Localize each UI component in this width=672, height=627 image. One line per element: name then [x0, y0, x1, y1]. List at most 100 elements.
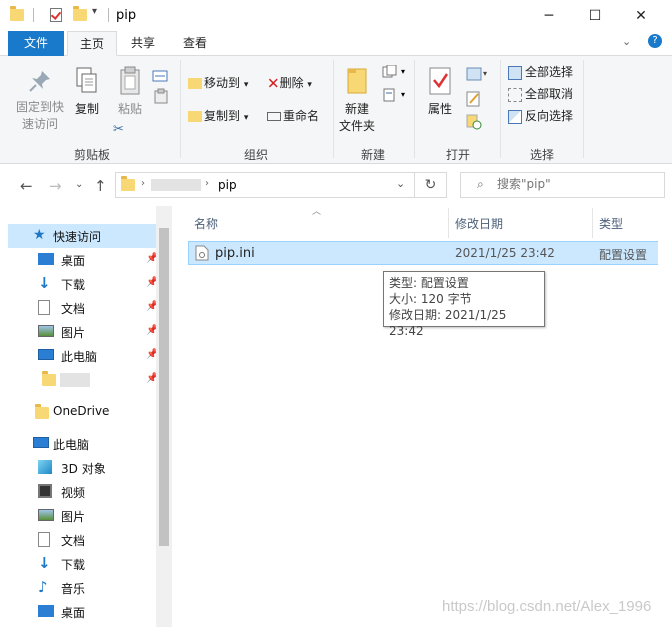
ribbon: 固定到快 速访问 复制 粘贴 ✂ 剪贴板 移动到 ▾ 复制到 ▾ ✕删除 ▾ 重…	[0, 56, 672, 164]
breadcrumb-chevron-icon[interactable]: ›	[141, 178, 145, 189]
tab-home[interactable]: 主页	[67, 31, 117, 56]
file-row[interactable]: pip.ini 2021/1/25 23:42 配置设置	[188, 241, 666, 265]
close-button[interactable]: ✕	[618, 0, 664, 31]
column-header-modified[interactable]: 修改日期	[455, 215, 503, 232]
search-input[interactable]	[497, 177, 657, 191]
open-icon[interactable]: ▾	[466, 66, 490, 85]
properties-quick-icon[interactable]	[50, 8, 62, 22]
select-none-icon	[508, 87, 522, 102]
ribbon-controls: ⌄ ?	[622, 34, 672, 51]
nav-pc-downloads[interactable]: ↓ 下载	[8, 552, 156, 576]
nav-qa-documents[interactable]: 文档 📌	[8, 296, 158, 320]
rename-label: 重命名	[283, 109, 320, 123]
column-header-name[interactable]: 名称	[194, 215, 218, 232]
nav-qa-blurred-folder[interactable]: 📌	[8, 368, 158, 392]
nav-qa-desktop[interactable]: 桌面 📌	[8, 248, 158, 272]
nav-quick-access[interactable]: ★ 快速访问	[8, 224, 156, 248]
column-header-type[interactable]: 类型	[599, 215, 623, 232]
rename-icon	[267, 112, 281, 121]
easy-access-icon[interactable]: ▾	[382, 88, 405, 105]
search-box[interactable]: ⌕	[460, 172, 665, 198]
refresh-button[interactable]: ↻	[415, 172, 447, 198]
nav-qa-pictures[interactable]: 图片 📌	[8, 320, 158, 344]
new-folder-quick-icon[interactable]	[73, 6, 87, 21]
nav-this-pc[interactable]: 此电脑	[8, 432, 156, 456]
nav-pc-desktop[interactable]: 桌面	[8, 600, 156, 624]
collapse-ribbon-icon[interactable]: ⌄	[622, 35, 631, 48]
maximize-button[interactable]: ☐	[572, 0, 618, 31]
cut-icon[interactable]: ✂	[113, 122, 124, 137]
help-icon[interactable]: ?	[648, 34, 662, 48]
rename-button[interactable]: 重命名	[267, 106, 319, 126]
nav-pc-music[interactable]: ♪ 音乐	[8, 576, 156, 600]
nav-this-pc-label: 此电脑	[53, 438, 90, 452]
recent-locations-icon[interactable]: ⌄	[75, 179, 83, 190]
svg-text:▾: ▾	[483, 69, 487, 78]
up-arrow-icon[interactable]: ↑	[94, 177, 107, 195]
customize-quick-access-icon[interactable]: ▾	[92, 6, 97, 17]
forward-arrow-icon[interactable]: →	[49, 177, 62, 195]
pin-icon	[29, 71, 50, 92]
new-group-label: 新建	[360, 148, 385, 162]
copy-button[interactable]: 复制	[70, 66, 104, 118]
nav-qa-downloads[interactable]: ↓ 下载 📌	[8, 272, 158, 296]
tab-view[interactable]: 查看	[172, 31, 218, 56]
file-name: pip.ini	[215, 246, 255, 261]
nav-item-label: 文档	[61, 534, 86, 548]
nav-onedrive[interactable]: OneDrive	[8, 400, 156, 424]
breadcrumb-blurred-segment[interactable]	[151, 179, 201, 191]
breadcrumb-chevron-icon[interactable]: ›	[205, 178, 209, 189]
nav-pc-3d-objects[interactable]: 3D 对象	[8, 456, 156, 480]
invert-selection-button[interactable]: 反向选择	[508, 106, 573, 126]
copy-path-icon[interactable]	[152, 70, 168, 85]
delete-button[interactable]: ✕删除 ▾	[267, 73, 312, 93]
nav-pc-videos[interactable]: 视频	[8, 480, 156, 504]
select-none-button[interactable]: 全部取消	[508, 84, 573, 104]
paste-shortcut-icon[interactable]	[154, 88, 168, 107]
address-bar[interactable]: › › pip ⌄	[115, 172, 415, 198]
properties-button[interactable]: 属性	[422, 66, 458, 118]
cube-icon	[38, 460, 52, 474]
navigation-bar: ← → ⌄ ↑ › › pip ⌄ ↻ ⌕	[0, 164, 672, 206]
music-icon: ♪	[38, 578, 48, 596]
file-type: 配置设置	[599, 248, 648, 262]
search-icon: ⌕	[477, 177, 484, 191]
tooltip-type: 类型: 配置设置	[389, 276, 469, 290]
divider[interactable]	[448, 208, 449, 238]
nav-pc-documents[interactable]: 文档	[8, 528, 156, 552]
edit-icon[interactable]	[466, 91, 482, 110]
copy-label: 复制	[74, 102, 99, 116]
move-to-button[interactable]: 移动到 ▾	[188, 73, 248, 93]
pin-to-quick-access-button[interactable]: 固定到快 速访问	[10, 68, 70, 133]
film-icon	[38, 484, 52, 498]
title-bar: ▾ pip ─ ☐ ✕	[0, 0, 672, 31]
nav-onedrive-label: OneDrive	[53, 404, 110, 418]
new-item-icon[interactable]: ▾	[382, 64, 405, 82]
pictures-icon	[38, 325, 54, 337]
nav-pc-pictures[interactable]: 图片	[8, 504, 156, 528]
select-all-button[interactable]: 全部选择	[508, 62, 573, 82]
properties-icon	[429, 67, 451, 95]
minimize-button[interactable]: ─	[526, 0, 572, 31]
file-list-scrollbar[interactable]	[658, 206, 672, 627]
tab-file[interactable]: 文件	[8, 31, 64, 56]
nav-item-label: 桌面	[61, 254, 86, 268]
tab-share[interactable]: 共享	[120, 31, 166, 56]
pictures-icon	[38, 509, 54, 521]
nav-item-label: 3D 对象	[61, 462, 106, 476]
nav-item-label: 下载	[61, 558, 86, 572]
nav-scrollbar[interactable]	[156, 206, 172, 627]
paste-button[interactable]: 粘贴	[112, 66, 148, 118]
breadcrumb-current[interactable]: pip	[218, 178, 237, 192]
nav-qa-this-pc[interactable]: 此电脑 📌	[8, 344, 158, 368]
back-arrow-icon[interactable]: ←	[20, 177, 33, 195]
divider[interactable]	[592, 208, 593, 238]
address-dropdown-icon[interactable]: ⌄	[396, 177, 405, 190]
watermark: https://blog.csdn.net/Alex_1996	[442, 598, 652, 615]
nav-scrollbar-thumb[interactable]	[159, 228, 169, 546]
divider	[583, 60, 584, 158]
copy-to-button[interactable]: 复制到 ▾	[188, 106, 248, 126]
new-folder-button[interactable]: 新建 文件夹	[337, 66, 377, 135]
tooltip-modified: 修改日期: 2021/1/25 23:42	[389, 308, 507, 338]
history-icon[interactable]	[466, 114, 482, 133]
